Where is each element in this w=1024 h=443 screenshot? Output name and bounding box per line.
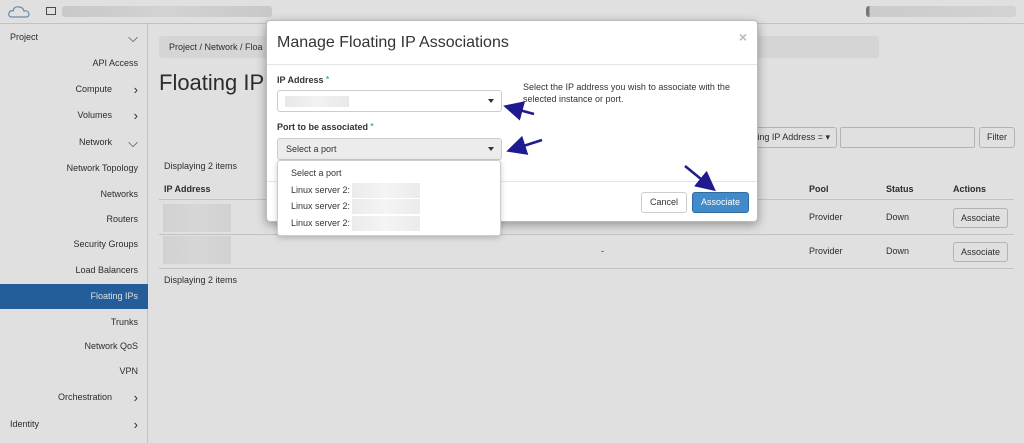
option-value-redacted (352, 216, 420, 231)
caret-down-icon (488, 147, 494, 151)
option-value-redacted (352, 199, 420, 214)
close-icon[interactable]: × (739, 29, 747, 45)
dropdown-option[interactable]: Linux server 2: (291, 201, 350, 211)
ip-address-select[interactable] (277, 90, 502, 112)
port-select-value: Select a port (286, 144, 337, 154)
modal-title: Manage Floating IP Associations (277, 34, 509, 51)
dropdown-option[interactable]: Linux server 2: (291, 185, 350, 195)
port-select[interactable]: Select a port (277, 138, 502, 160)
option-value-redacted (352, 183, 420, 198)
associate-button[interactable]: Associate (692, 192, 749, 213)
caret-down-icon (488, 99, 494, 103)
cancel-button[interactable]: Cancel (641, 192, 687, 213)
ip-address-value-redacted (285, 96, 349, 107)
dropdown-option[interactable]: Select a port (291, 168, 342, 178)
ip-address-label: IP Address * (277, 75, 330, 85)
modal-divider (267, 64, 757, 65)
required-marker: * (326, 75, 330, 84)
required-marker: * (370, 122, 374, 131)
help-text: Select the IP address you wish to associ… (523, 82, 730, 104)
port-label: Port to be associated * (277, 122, 374, 132)
dropdown-option[interactable]: Linux server 2: (291, 218, 350, 228)
port-dropdown-menu: Select a port Linux server 2: Linux serv… (277, 160, 501, 236)
